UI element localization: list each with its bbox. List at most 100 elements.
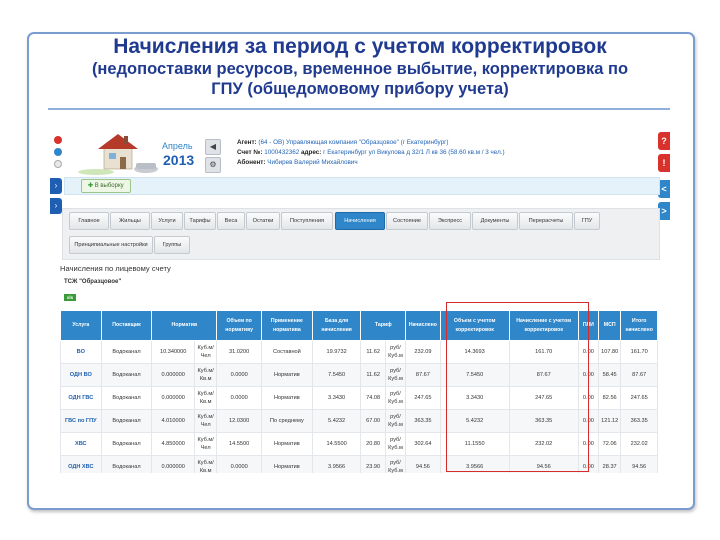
table-cell: Норматив <box>261 363 313 387</box>
tab-express[interactable]: Экспресс <box>429 212 471 230</box>
table-cell: 87.67 <box>620 363 658 387</box>
service-link[interactable]: ХВС <box>60 432 102 456</box>
col-header[interactable]: Итого начислено <box>620 310 658 341</box>
col-header[interactable]: Услуга <box>60 310 102 341</box>
tab-gpu[interactable]: ГПУ <box>574 212 600 230</box>
table-cell: Водоканал <box>100 340 153 364</box>
tab-recalculations[interactable]: Перерасчеты <box>519 212 573 230</box>
table-cell: 74.08 <box>360 386 386 410</box>
service-link[interactable]: ОДН ГВС <box>60 386 102 410</box>
table-cell: Норматив <box>261 386 313 410</box>
table-cell: руб/ Куб.м <box>384 455 407 473</box>
table-cell: 67.00 <box>360 409 386 433</box>
tab-main[interactable]: Главное <box>69 212 109 230</box>
status-dot-blue[interactable] <box>54 148 62 156</box>
tab-balances[interactable]: Остатки <box>246 212 280 230</box>
alert-tab[interactable]: ! <box>658 154 670 172</box>
service-link[interactable]: ГВС по ГПУ <box>60 409 102 433</box>
col-header[interactable]: МСП <box>598 310 622 341</box>
agent-value[interactable]: (64 - ОВ) Управляющая компания "Образцов… <box>258 139 448 146</box>
table-cell: 121.12 <box>598 409 622 433</box>
table-cell: 11.62 <box>360 340 386 364</box>
period-month: Апрель <box>162 141 193 151</box>
account-label: Счет №: <box>237 149 263 156</box>
tab-bar: Главное Жильцы Услуги Тарифы Веса Остатк… <box>62 208 660 260</box>
table-cell: 31.0200 <box>216 340 262 364</box>
table-cell: 363.35 <box>405 409 441 433</box>
tab-groups[interactable]: Группы <box>154 236 190 254</box>
status-dot-empty[interactable] <box>54 160 62 168</box>
agent-line: Агент: (64 - ОВ) Управляющая компания "О… <box>237 139 448 146</box>
table-cell: 247.65 <box>405 386 441 410</box>
table-cell: 161.70 <box>620 340 658 364</box>
table-cell: 0.0000 <box>216 363 262 387</box>
table-cell: Куб.м/ Чел <box>193 432 218 456</box>
prev-period-icon[interactable]: ◀ <box>205 139 221 155</box>
status-dot-red[interactable] <box>54 136 62 144</box>
selection-bar: ✚ В выборку <box>64 177 660 195</box>
table-cell: Норматив <box>261 432 313 456</box>
app-screenshot: › › Апрель 2013 ◀ ⚙ Агент: (64 - ОВ) Упр… <box>50 128 670 473</box>
table-cell: Водоканал <box>100 363 153 387</box>
table-cell: руб/ Куб.м <box>384 340 407 364</box>
tab-services[interactable]: Услуги <box>151 212 183 230</box>
slide-title-line2: (недопоставки ресурсов, временное выбыти… <box>91 60 629 78</box>
table-cell: 23.90 <box>360 455 386 473</box>
period-year: 2013 <box>163 152 195 168</box>
table-cell: 82.56 <box>598 386 622 410</box>
table-cell: Водоканал <box>100 432 153 456</box>
gear-icon[interactable]: ⚙ <box>205 157 221 173</box>
table-cell: руб/ Куб.м <box>384 432 407 456</box>
table-cell: Куб.м/ Кв.м <box>193 386 218 410</box>
tab-status[interactable]: Состояние <box>386 212 428 230</box>
table-cell: 28.37 <box>598 455 622 473</box>
table-cell: 0.0000 <box>216 455 262 473</box>
service-link[interactable]: ОДН ВО <box>60 363 102 387</box>
select-button-label: В выборку <box>94 183 124 189</box>
table-cell: Водоканал <box>100 409 153 433</box>
tab-accruals[interactable]: Начисления <box>335 212 385 230</box>
col-header[interactable]: Тариф <box>360 310 407 341</box>
account-value[interactable]: 1000432362 <box>264 149 299 156</box>
table-cell: 363.35 <box>620 409 658 433</box>
service-link[interactable]: ВО <box>60 340 102 364</box>
tab-principal-settings[interactable]: Принципиальные настройки <box>69 236 153 254</box>
table-cell: Куб.м/ Чел <box>193 409 218 433</box>
table-cell: Куб.м/ Кв.м <box>193 455 218 473</box>
subscriber-label: Абонент: <box>237 159 266 166</box>
col-header[interactable]: Начислено <box>405 310 441 341</box>
service-link[interactable]: ОДН ХВС <box>60 455 102 473</box>
tab-weights[interactable]: Веса <box>217 212 245 230</box>
export-xls-icon[interactable]: xls <box>64 294 76 301</box>
tab-tariffs[interactable]: Тарифы <box>184 212 216 230</box>
col-header[interactable]: Норматив <box>151 310 218 341</box>
left-expand-tab-2[interactable]: › <box>50 198 62 214</box>
address-label: адрес: <box>301 149 322 156</box>
tab-documents[interactable]: Документы <box>472 212 518 230</box>
subscriber-value[interactable]: Чибирев Валерий Михайлович <box>267 159 357 166</box>
slide-title-line3: ГПУ (общедомовому прибору учета) <box>211 80 509 98</box>
table-cell: руб/ Куб.м <box>384 386 407 410</box>
add-to-selection-button[interactable]: ✚ В выборку <box>81 179 131 193</box>
left-expand-tab-1[interactable]: › <box>50 178 62 194</box>
address-value[interactable]: г Екатеринбург ул Викулова д 32/1 Л кв 3… <box>323 149 504 156</box>
table-cell: 0.000000 <box>151 386 195 410</box>
help-tab[interactable]: ? <box>658 132 670 150</box>
col-header[interactable]: База для начисления <box>311 310 362 341</box>
table-cell: 4.010000 <box>151 409 195 433</box>
tab-residents[interactable]: Жильцы <box>110 212 150 230</box>
col-header[interactable]: Поставщик <box>100 310 153 341</box>
table-cell: 5.4232 <box>311 409 362 433</box>
section-title: Начисления по лицевому счету <box>60 264 171 273</box>
table-cell: 19.9732 <box>311 340 362 364</box>
table-cell: 20.80 <box>360 432 386 456</box>
table-cell: Водоканал <box>100 455 153 473</box>
tab-receipts[interactable]: Поступления <box>281 212 333 230</box>
slide-title: Начисления за период с учетом корректиро… <box>30 34 690 99</box>
col-header[interactable]: Применение норматива <box>261 310 313 341</box>
account-line: Счет №: 1000432362 адрес: г Екатеринбург… <box>237 149 505 156</box>
table-cell: 94.56 <box>620 455 658 473</box>
col-header[interactable]: Объем по нормативу <box>216 310 262 341</box>
table-cell: 14.5500 <box>311 432 362 456</box>
slide-title-line1: Начисления за период с учетом корректиро… <box>113 35 607 58</box>
